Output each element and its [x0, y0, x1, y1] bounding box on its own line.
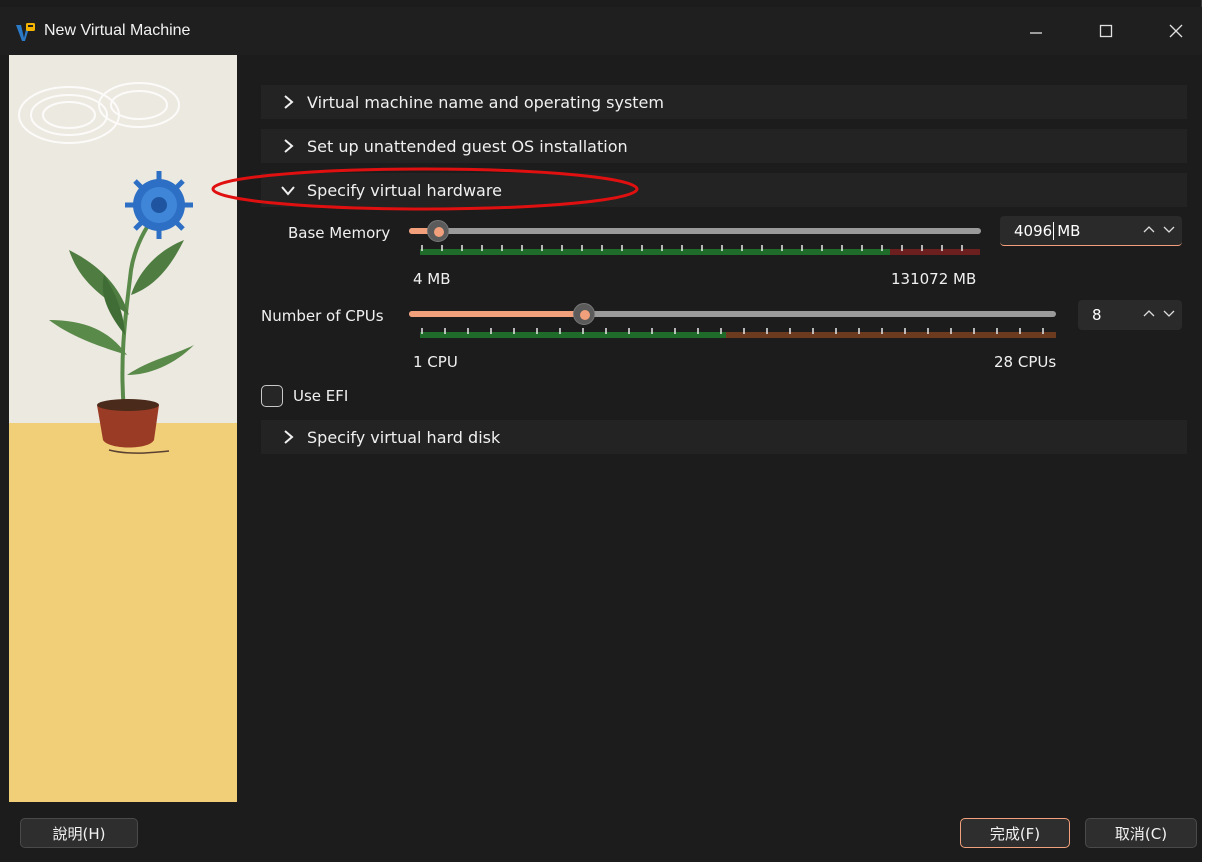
minimize-icon — [1030, 32, 1042, 34]
section-hardware-label: Specify virtual hardware — [307, 180, 502, 200]
section-hardware-header[interactable]: Specify virtual hardware — [261, 173, 1187, 207]
section-name-os-header[interactable]: Virtual machine name and operating syste… — [261, 85, 1187, 119]
base-memory-stepper[interactable] — [1142, 222, 1176, 236]
help-button[interactable]: 說明(H) — [20, 818, 138, 848]
section-hard-disk-header[interactable]: Specify virtual hard disk — [261, 420, 1187, 454]
use-efi-checkbox[interactable] — [261, 385, 283, 407]
chevron-right-icon — [273, 420, 303, 454]
base-memory-label: Base Memory — [288, 224, 391, 242]
cpu-ticks — [420, 328, 1056, 338]
finish-button[interactable]: 完成(F) — [960, 818, 1070, 848]
minimize-button[interactable] — [1016, 15, 1056, 47]
base-memory-value[interactable]: 4096 — [1000, 222, 1052, 240]
chevron-down-icon — [273, 173, 303, 207]
section-unattended-label: Set up unattended guest OS installation — [307, 136, 628, 156]
cancel-button[interactable]: 取消(C) — [1085, 818, 1197, 848]
virtualbox-icon — [16, 23, 35, 41]
maximize-button[interactable] — [1086, 15, 1126, 47]
cpu-value[interactable]: 8 — [1078, 306, 1102, 324]
cpu-spinbox[interactable]: 8 — [1078, 300, 1182, 330]
base-memory-spinbox[interactable]: 4096 MB — [1000, 216, 1182, 246]
base-memory-unit: MB — [1057, 221, 1081, 240]
base-memory-slider-handle[interactable] — [427, 220, 449, 242]
window-title: New Virtual Machine — [44, 22, 191, 39]
close-button[interactable] — [1156, 15, 1196, 47]
section-unattended-header[interactable]: Set up unattended guest OS installation — [261, 129, 1187, 163]
base-memory-max-label: 131072 MB — [891, 270, 977, 288]
chevron-down-icon[interactable] — [1162, 306, 1176, 320]
wizard-illustration — [9, 55, 237, 802]
section-name-os-label: Virtual machine name and operating syste… — [307, 92, 664, 112]
wizard-content: Virtual machine name and operating syste… — [237, 55, 1202, 802]
close-icon — [1169, 24, 1183, 38]
cpu-stepper[interactable] — [1142, 306, 1176, 320]
use-efi-label[interactable]: Use EFI — [293, 387, 348, 405]
button-bar: 說明(H) 完成(F) 取消(C) — [0, 802, 1202, 862]
cpu-slider-handle[interactable] — [573, 303, 595, 325]
cpu-slider-fill — [409, 311, 584, 317]
chevron-up-icon[interactable] — [1142, 306, 1156, 320]
chevron-down-icon[interactable] — [1162, 222, 1176, 236]
cpu-min-label: 1 CPU — [413, 353, 458, 371]
cpu-count-label: Number of CPUs — [261, 307, 384, 325]
chevron-right-icon — [273, 85, 303, 119]
chevron-right-icon — [273, 129, 303, 163]
title-bar: New Virtual Machine — [0, 7, 1202, 55]
cpu-max-label: 28 CPUs — [994, 353, 1057, 371]
section-hard-disk-label: Specify virtual hard disk — [307, 427, 501, 447]
maximize-icon — [1099, 24, 1113, 38]
base-memory-ticks — [420, 245, 980, 255]
base-memory-slider-track[interactable] — [409, 228, 981, 234]
base-memory-min-label: 4 MB — [413, 270, 451, 288]
new-vm-window: New Virtual Machine Virtual machine name… — [0, 0, 1202, 862]
chevron-up-icon[interactable] — [1142, 222, 1156, 236]
